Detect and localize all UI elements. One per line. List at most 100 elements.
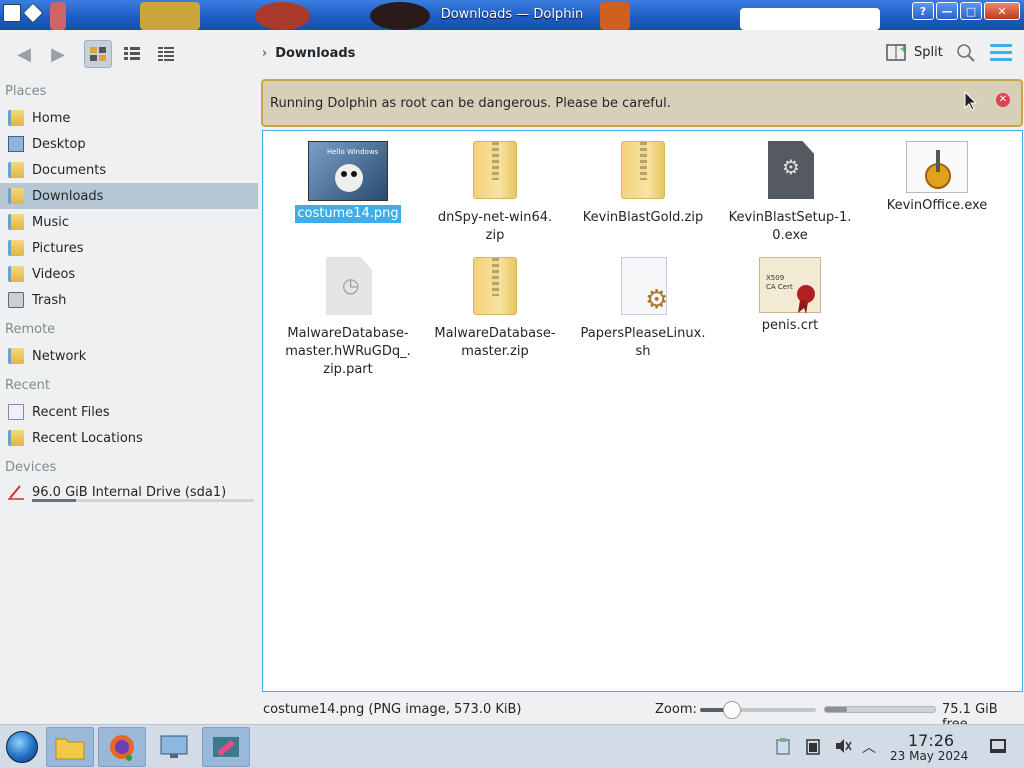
installer-gear-icon <box>906 141 968 193</box>
status-bar: costume14.png (PNG image, 573.0 KiB) Zoo… <box>0 694 1024 732</box>
taskbar-file-manager[interactable] <box>46 727 94 767</box>
sidebar-item-desktop[interactable]: Desktop <box>0 131 258 157</box>
clock-date[interactable]: 23 May 2024 <box>890 749 968 763</box>
sidebar-item-label: Music <box>32 214 69 230</box>
zip-archive-icon <box>611 141 675 205</box>
breadcrumb[interactable]: › Downloads <box>262 46 355 61</box>
sidebar-item-network[interactable]: Network <box>0 343 258 369</box>
sidebar-item-label: Recent Locations <box>32 430 143 446</box>
desktop-icon <box>8 136 24 152</box>
close-button[interactable]: ✕ <box>984 2 1020 20</box>
certificate-icon: X509 CA Cert <box>759 257 821 314</box>
search-button[interactable] <box>955 42 977 64</box>
mouse-cursor-icon <box>964 91 978 111</box>
system-settings-icon <box>160 735 188 758</box>
window-titlebar[interactable]: Downloads — Dolphin ? — □ ✕ <box>0 0 1024 30</box>
home-icon <box>8 110 24 126</box>
sidebar-item-music[interactable]: Music <box>0 209 258 235</box>
file-item[interactable]: Hello Windows costume14.png <box>278 141 418 223</box>
arrow-left-icon: ◀ <box>17 43 31 65</box>
maximize-button[interactable]: □ <box>960 2 982 20</box>
clipboard-icon[interactable] <box>775 737 791 755</box>
chevron-right-icon: › <box>262 46 268 61</box>
file-name: MalwareDatabase-master.hWRuGDq_. zip.part <box>285 326 411 377</box>
sidebar-item-documents[interactable]: Documents <box>0 157 258 183</box>
icons-view-icon <box>90 47 106 61</box>
file-view[interactable]: Hello Windows costume14.png dnSpy-net-wi… <box>262 130 1023 692</box>
clock-time[interactable]: 17:26 <box>908 731 954 750</box>
sidebar-item-label: 96.0 GiB Internal Drive (sda1) <box>32 484 227 500</box>
start-menu-button[interactable] <box>6 731 38 763</box>
file-item[interactable]: KevinBlastGold.zip <box>573 141 713 227</box>
sidebar-item-recent-locations[interactable]: Recent Locations <box>0 425 258 451</box>
file-item[interactable]: ◷ MalwareDatabase-master.hWRuGDq_. zip.pa… <box>278 257 418 379</box>
firefox-icon <box>110 735 134 761</box>
file-name: costume14.png <box>295 205 401 223</box>
selection-info: costume14.png (PNG image, 573.0 KiB) <box>263 702 522 717</box>
sidebar-item-downloads[interactable]: Downloads <box>0 183 258 209</box>
sidebar-item-recent-files[interactable]: Recent Files <box>0 399 258 425</box>
music-icon <box>8 214 24 230</box>
split-button[interactable]: + Split <box>886 42 943 62</box>
minimize-button[interactable]: — <box>936 2 958 20</box>
zoom-slider-handle[interactable] <box>723 701 742 719</box>
show-desktop-icon[interactable] <box>990 739 1006 753</box>
hamburger-icon <box>990 58 1012 61</box>
battery-icon[interactable] <box>806 737 820 755</box>
executable-icon: ⚙ <box>758 141 822 205</box>
search-icon <box>957 44 975 62</box>
recent-files-icon <box>8 404 24 420</box>
file-item[interactable]: X509 CA Cert penis.crt <box>720 257 860 335</box>
sidebar-item-label: Pictures <box>32 240 84 256</box>
sidebar-item-videos[interactable]: Videos <box>0 261 258 287</box>
details-view-button[interactable] <box>152 40 180 68</box>
sidebar-item-pictures[interactable]: Pictures <box>0 235 258 261</box>
taskbar-krita[interactable] <box>202 727 250 767</box>
documents-icon <box>8 162 24 178</box>
krita-icon <box>213 737 239 757</box>
window-controls: ? — □ ✕ <box>912 2 1020 20</box>
hard-drive-icon <box>8 484 24 500</box>
forward-button[interactable]: ▶ <box>44 40 72 68</box>
chevron-up-icon[interactable]: ︿ <box>862 737 876 757</box>
svg-text:CA Cert: CA Cert <box>766 283 793 291</box>
icons-view-button[interactable] <box>84 40 112 68</box>
file-name: PapersPleaseLinux. sh <box>580 326 706 359</box>
partial-file-icon: ◷ <box>316 257 380 321</box>
hamburger-icon <box>990 51 1012 54</box>
file-name: dnSpy-net-win64. zip <box>437 210 553 243</box>
drive-usage-bar <box>32 499 254 502</box>
file-item[interactable]: ⚙ KevinBlastSetup-1. 0.exe <box>720 141 860 245</box>
breadcrumb-current[interactable]: Downloads <box>275 46 355 61</box>
file-item[interactable]: KevinOffice.exe <box>867 141 1007 215</box>
taskbar-system-settings[interactable] <box>150 727 198 767</box>
taskbar: ︿ 17:26 23 May 2024 <box>0 724 1024 768</box>
file-item[interactable]: ⚙ PapersPleaseLinux. sh <box>573 257 713 361</box>
root-warning-banner: Running Dolphin as root can be dangerous… <box>261 79 1023 127</box>
svg-text:+: + <box>899 44 907 55</box>
remote-heading: Remote <box>5 322 56 337</box>
file-name: KevinOffice.exe <box>886 198 988 213</box>
svg-text:X509: X509 <box>766 274 784 282</box>
arrow-right-icon: ▶ <box>51 43 65 65</box>
help-button[interactable]: ? <box>912 2 934 20</box>
close-icon[interactable]: ✕ <box>996 93 1010 107</box>
taskbar-firefox[interactable] <box>98 727 146 767</box>
split-label: Split <box>914 44 943 60</box>
back-button[interactable]: ◀ <box>10 40 38 68</box>
file-item[interactable]: MalwareDatabase-master.zip <box>425 257 565 361</box>
hamburger-menu-button[interactable] <box>990 44 1012 62</box>
sidebar-item-home[interactable]: Home <box>0 105 258 131</box>
volume-muted-icon[interactable] <box>834 737 852 755</box>
file-item[interactable]: dnSpy-net-win64. zip <box>425 141 565 245</box>
places-heading: Places <box>5 84 47 99</box>
zoom-slider[interactable] <box>700 701 816 719</box>
file-name: KevinBlastSetup-1. 0.exe <box>728 210 852 243</box>
videos-icon <box>8 266 24 282</box>
sidebar-item-label: Videos <box>32 266 76 282</box>
compact-view-button[interactable] <box>118 40 146 68</box>
banner-message: Running Dolphin as root can be dangerous… <box>270 96 671 111</box>
sidebar-item-trash[interactable]: Trash <box>0 287 258 313</box>
recent-heading: Recent <box>5 378 50 393</box>
compact-view-icon <box>124 47 140 60</box>
